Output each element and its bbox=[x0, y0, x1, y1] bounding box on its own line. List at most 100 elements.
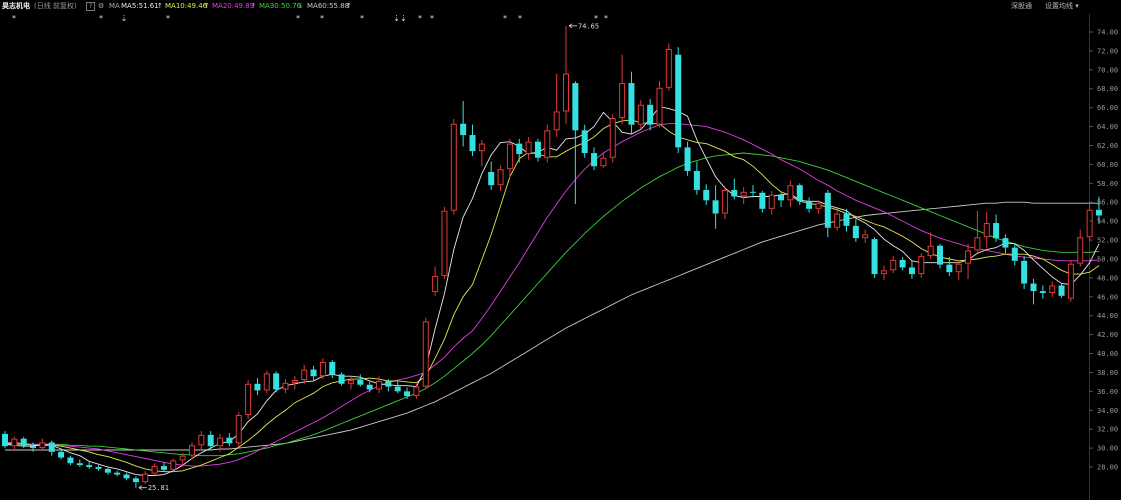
candle-body-up bbox=[637, 104, 644, 125]
event-marker[interactable]: * bbox=[503, 14, 507, 23]
candle-body-down bbox=[693, 171, 700, 190]
candle-body-down bbox=[226, 437, 233, 444]
candle-body-up bbox=[1049, 285, 1056, 294]
event-marker[interactable]: * bbox=[296, 14, 300, 23]
candle-body-down bbox=[30, 446, 37, 449]
candle-body-up bbox=[263, 373, 270, 391]
event-marker[interactable]: * bbox=[518, 14, 522, 23]
candle bbox=[104, 467, 111, 475]
y-tick-label: 70.00 bbox=[1097, 66, 1118, 74]
y-tick-label: 38.00 bbox=[1097, 369, 1118, 377]
candle-body-up bbox=[815, 203, 822, 209]
candle bbox=[974, 210, 981, 254]
candle-body-up bbox=[787, 185, 794, 201]
event-marker[interactable]: * bbox=[12, 14, 16, 23]
price-annotation: 74.65 bbox=[568, 22, 599, 30]
event-marker[interactable]: * bbox=[418, 14, 422, 23]
candlestick-chart[interactable]: * * ⇣ * * * * ⇣⇣ * * * * * * 74.0072.0070.0068.0066.0… bbox=[0, 0, 1121, 500]
candle bbox=[301, 364, 308, 384]
candle-body-up bbox=[282, 382, 289, 390]
y-tick-label: 28.00 bbox=[1097, 464, 1118, 472]
candle-body-down bbox=[48, 442, 55, 452]
event-marker[interactable]: * bbox=[320, 14, 324, 23]
candle bbox=[787, 180, 794, 207]
candle-body-down bbox=[254, 383, 261, 391]
candle-body-up bbox=[170, 460, 177, 470]
candle-body-down bbox=[132, 478, 139, 483]
candle bbox=[1002, 234, 1009, 254]
candle bbox=[731, 178, 738, 200]
y-tick-label: 46.00 bbox=[1097, 293, 1118, 301]
candle-body-down bbox=[1011, 247, 1018, 261]
candle bbox=[750, 185, 756, 198]
candle bbox=[675, 47, 682, 154]
candle-body-down bbox=[58, 451, 65, 458]
candle-body-up bbox=[544, 130, 551, 158]
candle bbox=[1030, 278, 1037, 305]
candle bbox=[759, 190, 766, 213]
candle-body-up bbox=[413, 386, 420, 397]
y-tick-label: 64.00 bbox=[1097, 123, 1118, 131]
y-tick-label: 32.00 bbox=[1097, 426, 1118, 434]
event-marker[interactable]: * bbox=[604, 14, 608, 23]
candle bbox=[516, 138, 523, 163]
candle bbox=[890, 256, 897, 274]
event-marker[interactable]: * bbox=[360, 14, 364, 23]
candle bbox=[394, 381, 401, 394]
candle bbox=[712, 185, 719, 229]
candle bbox=[422, 317, 429, 389]
candle-body-down bbox=[366, 384, 373, 390]
candle-body-down bbox=[712, 200, 719, 214]
candle bbox=[1067, 259, 1074, 302]
candle-body-up bbox=[39, 442, 46, 449]
candle-body-down bbox=[329, 362, 336, 375]
candle-body-up bbox=[955, 263, 962, 273]
candle bbox=[647, 99, 654, 131]
ma30-line bbox=[5, 152, 1100, 457]
candle bbox=[721, 186, 728, 220]
candle bbox=[824, 189, 831, 238]
candle bbox=[993, 214, 1000, 242]
candle-body-up bbox=[965, 250, 972, 264]
candle bbox=[965, 243, 972, 279]
candle bbox=[1039, 285, 1046, 299]
candle-body-up bbox=[235, 414, 242, 444]
candle-body-down bbox=[871, 239, 878, 275]
candle bbox=[880, 265, 887, 280]
candle bbox=[553, 73, 560, 137]
event-marker[interactable]: * bbox=[166, 14, 170, 23]
candle-body-up bbox=[609, 118, 616, 158]
candle bbox=[778, 192, 785, 207]
candle-body-up bbox=[450, 123, 457, 211]
y-tick-label: 48.00 bbox=[1097, 274, 1118, 282]
candle-body-down bbox=[1058, 285, 1065, 296]
candle bbox=[254, 378, 261, 396]
annotation-label: 25.81 bbox=[148, 484, 169, 492]
candle-body-down bbox=[1021, 260, 1028, 284]
candle-body-down bbox=[899, 259, 906, 268]
event-marker[interactable]: * bbox=[99, 14, 103, 23]
candle bbox=[506, 138, 513, 178]
candle bbox=[76, 459, 83, 467]
y-tick-label: 34.00 bbox=[1097, 407, 1118, 415]
event-marker[interactable]: * bbox=[430, 14, 434, 23]
candle-body-down bbox=[1095, 209, 1102, 216]
candle bbox=[768, 190, 775, 215]
candle bbox=[1086, 203, 1093, 242]
candle-body-down bbox=[806, 201, 813, 209]
candle-body-up bbox=[600, 157, 607, 167]
candle-body-up bbox=[151, 466, 158, 474]
candle bbox=[619, 54, 626, 125]
event-marker[interactable]: ⇣ bbox=[121, 14, 128, 23]
candle-body-up bbox=[1086, 209, 1093, 238]
candle bbox=[609, 114, 616, 163]
candles bbox=[2, 25, 1102, 488]
y-tick-label: 66.00 bbox=[1097, 104, 1118, 112]
candle-body-up bbox=[11, 438, 18, 447]
ma20-line bbox=[5, 123, 1100, 467]
ma10-line bbox=[5, 119, 1100, 473]
event-marker[interactable]: ⇣⇣ bbox=[393, 14, 406, 23]
y-tick-label: 40.00 bbox=[1097, 350, 1118, 358]
candle bbox=[834, 210, 841, 231]
candle-body-up bbox=[179, 455, 186, 461]
